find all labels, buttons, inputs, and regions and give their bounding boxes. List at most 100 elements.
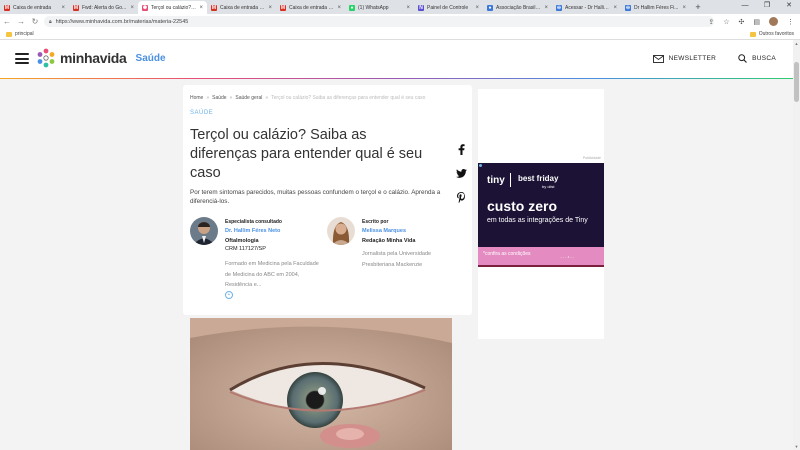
writer-bio: Jornalista pela Universidade Presbiteria…: [362, 251, 432, 268]
newsletter-link[interactable]: NEWSLETTER: [652, 54, 717, 63]
logo-wordmark: minhavida: [60, 50, 127, 66]
ad-banner[interactable]: tiny best friday by olist custo zero em …: [478, 163, 604, 267]
lock-icon: 🔒︎: [49, 18, 52, 25]
reading-list-icon[interactable]: ▤: [753, 18, 760, 26]
newsletter-label: NEWSLETTER: [668, 55, 717, 62]
close-tab-icon[interactable]: ×: [268, 5, 272, 11]
browser-tab[interactable]: M Caixa de entrada - ... ×: [207, 1, 276, 14]
browser-menu-icon[interactable]: ⋮: [787, 18, 794, 26]
writer-name[interactable]: Melissa Marques: [362, 228, 406, 234]
consultant-role: Especialista consultado: [225, 219, 282, 225]
close-tab-icon[interactable]: ×: [613, 5, 617, 11]
scroll-down-icon[interactable]: ▼: [793, 444, 800, 449]
address-bar[interactable]: 🔒︎ https://www.minhavida.com.br/materias…: [44, 16, 714, 27]
profile-avatar-icon[interactable]: [769, 17, 778, 26]
writer-role: Escrito por: [362, 219, 389, 225]
close-tab-icon[interactable]: ×: [406, 5, 410, 11]
browser-tab[interactable]: ⊖ Dr Hallim Féres Fi... ×: [621, 1, 690, 14]
new-tab-icon[interactable]: +: [690, 1, 706, 14]
bookmark-folder-principal[interactable]: principal: [6, 31, 34, 37]
extensions-icon[interactable]: ✣: [739, 18, 745, 26]
site-header: minhavida Saúde NEWSLETTER BUSCA: [0, 40, 793, 78]
close-tab-icon[interactable]: ×: [475, 5, 479, 11]
browser-tab[interactable]: ⊖ Acessar - Dr Hallim... ×: [552, 1, 621, 14]
section-label[interactable]: Saúde: [136, 53, 166, 64]
minhavida-logo-icon: [37, 48, 55, 68]
share-page-icon[interactable]: ⇪: [708, 18, 714, 26]
close-tab-icon[interactable]: ×: [682, 5, 686, 11]
window-controls: — ❐ ✕: [734, 0, 800, 14]
browser-tab[interactable]: ● Associação Brasile... ×: [483, 1, 552, 14]
whatsapp-icon: ●: [349, 4, 355, 11]
ad-brand: tiny: [487, 175, 505, 186]
folder-icon: [749, 31, 756, 37]
close-tab-icon[interactable]: ×: [544, 5, 548, 11]
breadcrumb-home[interactable]: Home: [190, 95, 203, 101]
facebook-share-icon[interactable]: [453, 137, 469, 161]
bookmark-label: principal: [15, 31, 34, 37]
header-gradient-divider: [0, 78, 793, 79]
browser-tab-bar: M Caixa de entrada × M Fwd: Alerta do Go... ×…: [0, 0, 800, 14]
ad-arrow-icon: - - - • - -: [560, 254, 574, 259]
search-link[interactable]: BUSCA: [738, 54, 776, 63]
close-window-icon[interactable]: ✕: [778, 0, 800, 14]
ad-bottom-line: [478, 265, 604, 267]
browser-tab[interactable]: ✺ Terçol ou calázio? ... ×: [138, 1, 207, 14]
tab-title: Associação Brasile...: [496, 4, 542, 11]
writer-avatar[interactable]: [327, 217, 355, 245]
tab-title: Terçol ou calázio? ...: [151, 4, 197, 11]
twitter-share-icon[interactable]: [453, 161, 469, 185]
bookmark-folder-other[interactable]: Outros favoritos: [749, 31, 794, 37]
folder-icon: [6, 31, 12, 37]
consultant-avatar[interactable]: [190, 217, 218, 245]
ad-divider: [510, 173, 511, 187]
close-tab-icon[interactable]: ×: [61, 5, 65, 11]
eye-photo-icon: [190, 318, 452, 450]
close-tab-icon[interactable]: ×: [130, 5, 134, 11]
bookmark-star-icon[interactable]: ☆: [723, 18, 729, 26]
hamburger-menu-icon[interactable]: [15, 53, 29, 64]
close-tab-icon[interactable]: ×: [199, 5, 203, 11]
consultant-bio: Formado em Medicina pela Faculdade de Me…: [225, 261, 319, 288]
article-category[interactable]: SAÚDE: [190, 110, 213, 116]
browser-toolbar: ← → ↻ 🔒︎ https://www.minhavida.com.br/ma…: [0, 14, 800, 29]
forward-icon[interactable]: →: [14, 17, 28, 26]
tab-title: Caixa de entrada: [13, 4, 52, 11]
back-icon[interactable]: ←: [0, 17, 14, 26]
scroll-up-icon[interactable]: ▲: [793, 41, 800, 46]
panel-icon: N: [418, 4, 424, 11]
close-tab-icon[interactable]: ×: [337, 5, 341, 11]
restore-icon[interactable]: ❐: [756, 0, 778, 14]
breadcrumb-current: Terçol ou calázio? Saiba as diferenças p…: [271, 95, 426, 101]
ad-cta[interactable]: *confira as condições: [483, 251, 531, 257]
minimize-icon[interactable]: —: [734, 0, 756, 14]
browser-tab[interactable]: M Caixa de entrada ×: [0, 1, 69, 14]
ad-choices-icon[interactable]: [479, 164, 482, 167]
share-bar: [453, 137, 469, 209]
ad-container: Publicidade tiny best friday by olist cu…: [478, 89, 604, 339]
consultant-crm: CRM 117127/SP: [225, 246, 266, 252]
tab-title: Dr Hallim Féres Fi...: [634, 4, 679, 11]
tab-title: Acessar - Dr Hallim...: [565, 4, 611, 11]
browser-tab[interactable]: N Painel de Controle ×: [414, 1, 483, 14]
article-image: [190, 318, 452, 450]
breadcrumb-saude-geral[interactable]: Saúde geral: [235, 95, 262, 101]
pinterest-share-icon[interactable]: [453, 185, 469, 209]
browser-tab[interactable]: M Fwd: Alerta do Go... ×: [69, 1, 138, 14]
site-logo[interactable]: minhavida Saúde: [36, 48, 166, 68]
browser-tab[interactable]: ● (1) WhatsApp ×: [345, 1, 414, 14]
search-icon: [738, 54, 747, 63]
breadcrumb-saude[interactable]: Saúde: [212, 95, 226, 101]
consultant-specialty: Oftalmologia: [225, 238, 259, 244]
reload-icon[interactable]: ↻: [28, 17, 42, 26]
article-lead: Por terem sintomas parecidos, muitas pes…: [190, 189, 441, 205]
scrollbar-thumb[interactable]: [794, 62, 799, 102]
browser-tab[interactable]: M Caixa de entrada - ... ×: [276, 1, 345, 14]
consultant-name[interactable]: Dr. Hallim Féres Neto: [225, 228, 280, 234]
gmail-icon: M: [280, 4, 286, 11]
expand-bio-icon[interactable]: +: [225, 291, 233, 299]
page-scrollbar[interactable]: ▲ ▼: [793, 40, 800, 450]
ad-headline: custo zero: [487, 198, 558, 214]
tab-title: Painel de Controle: [427, 4, 469, 11]
url-text[interactable]: https://www.minhavida.com.br/materias/ma…: [56, 19, 189, 25]
